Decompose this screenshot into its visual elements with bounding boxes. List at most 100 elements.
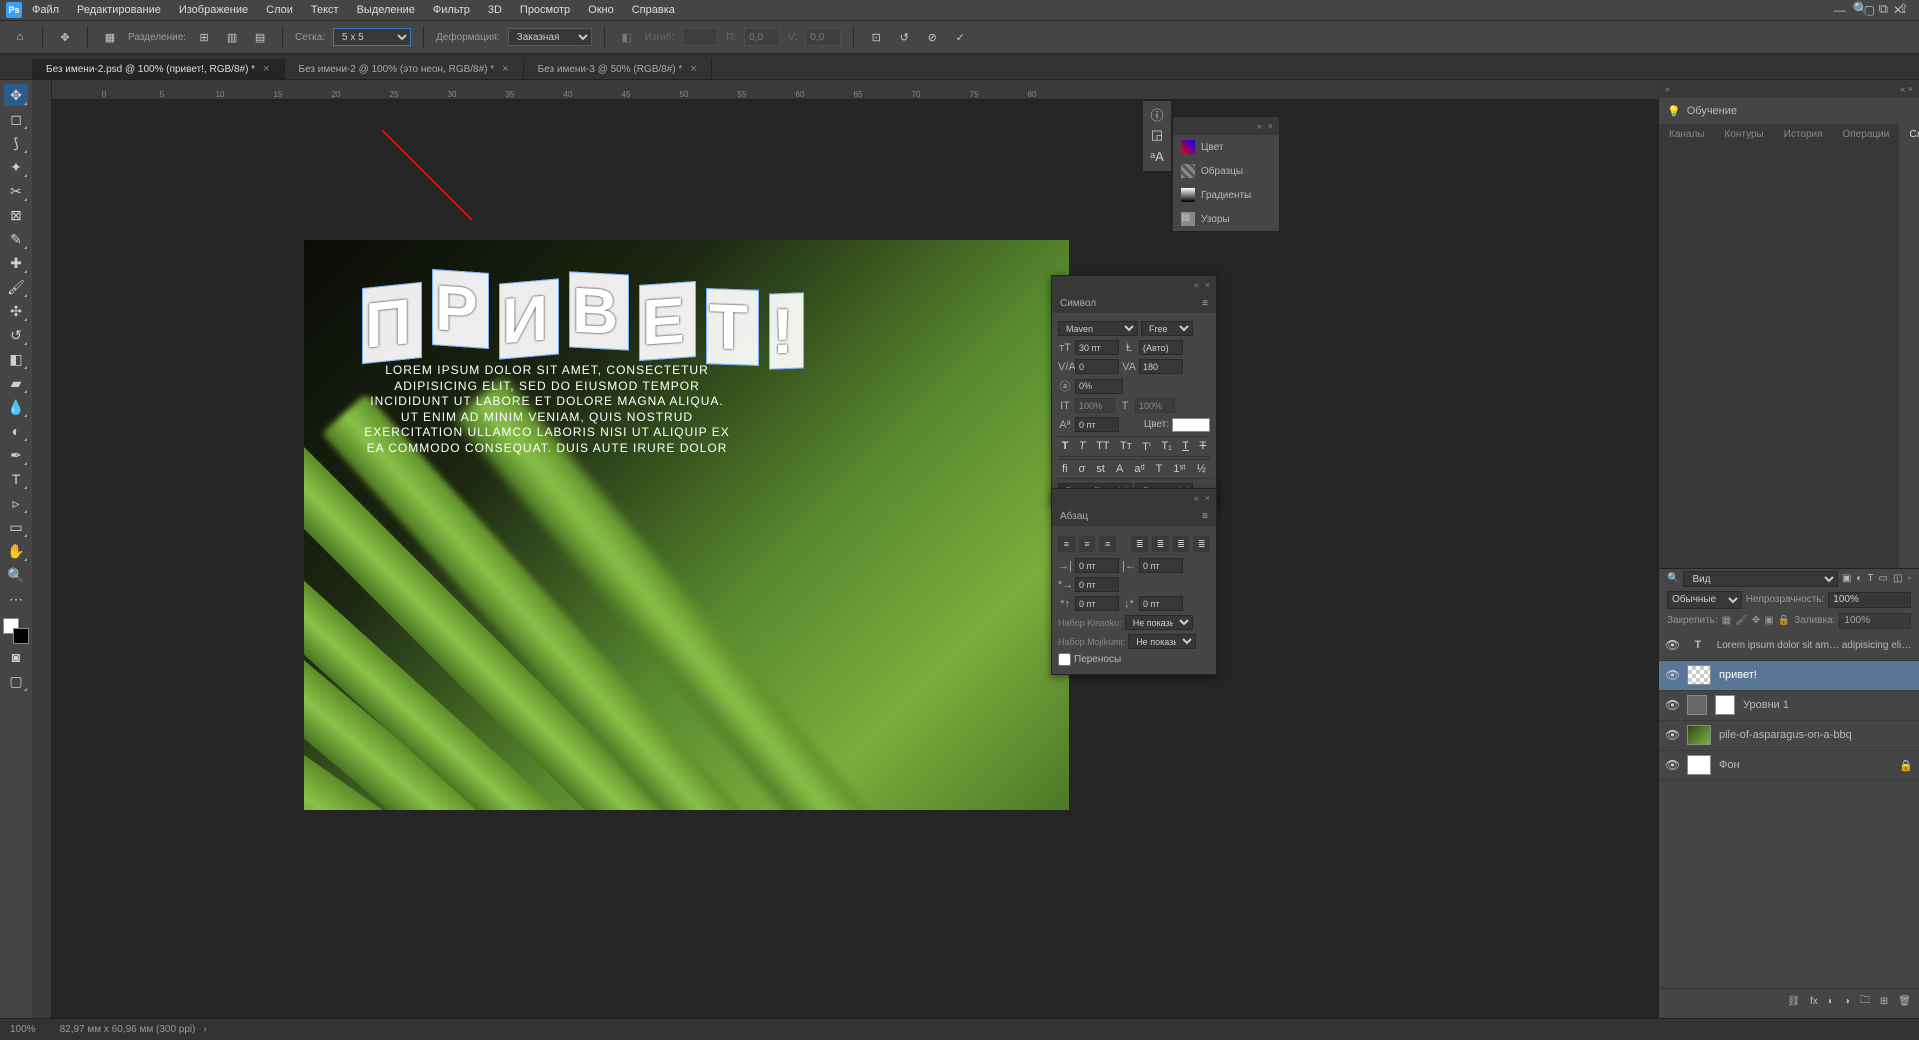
align-right-icon[interactable]: ≡ <box>1099 536 1116 552</box>
search-icon[interactable]: 🔍 <box>1853 1 1869 17</box>
lock-paint-icon[interactable]: 🖌 <box>1735 615 1748 626</box>
panel-menu-icon[interactable]: ≡ <box>1202 298 1208 309</box>
split-grid-3-icon[interactable]: ▤ <box>250 27 270 47</box>
cancel-icon[interactable]: ⊘ <box>922 27 942 47</box>
split-grid-1-icon[interactable]: ⊞ <box>194 27 214 47</box>
link-layers-icon[interactable]: ⛓ <box>1787 996 1800 1007</box>
layer-name[interactable]: Фон <box>1719 759 1740 771</box>
hand-tool[interactable]: ✋ <box>4 540 28 562</box>
indent-left-input[interactable] <box>1075 558 1119 573</box>
vscale-input[interactable] <box>1075 379 1123 394</box>
layer-thumbnail[interactable] <box>1687 665 1711 685</box>
italic-icon[interactable]: T <box>1079 440 1086 453</box>
oldstyle-icon[interactable]: σ <box>1079 463 1086 475</box>
layer-name[interactable]: pile-of-asparagus-on-a-bbq <box>1719 729 1852 741</box>
eyedropper-tool[interactable]: ✎ <box>4 228 28 250</box>
align-left-icon[interactable]: ≡ <box>1058 536 1075 552</box>
collapse-icon[interactable]: « <box>1900 84 1905 94</box>
healing-tool[interactable]: ✚ <box>4 252 28 274</box>
lock-transparency-icon[interactable]: ▦ <box>1722 615 1731 626</box>
menu-help[interactable]: Справка <box>624 4 683 16</box>
lasso-tool[interactable]: ⟆ <box>4 132 28 154</box>
filter-shape-icon[interactable]: ▭ <box>1879 573 1888 584</box>
underline-icon[interactable]: T <box>1182 440 1189 453</box>
color-panel-btn[interactable]: Цвет <box>1173 135 1279 159</box>
filter-adjust-icon[interactable]: ◐ <box>1856 573 1862 584</box>
bold-icon[interactable]: T <box>1062 440 1069 453</box>
superscript-icon[interactable]: Tⁱ <box>1142 440 1151 453</box>
collapse-icon[interactable]: » <box>1257 121 1262 131</box>
menu-view[interactable]: Просмотр <box>512 4 578 16</box>
anchor-icon[interactable]: ⊡ <box>866 27 886 47</box>
color-swatches[interactable] <box>3 618 29 644</box>
orientation-icon[interactable]: ◧ <box>617 27 637 47</box>
filter-type-icon[interactable]: T <box>1867 573 1873 584</box>
close-icon[interactable]: × <box>690 63 696 75</box>
warp-style-select[interactable]: Заказная <box>508 28 592 46</box>
indent-right-input[interactable] <box>1139 558 1183 573</box>
dodge-tool[interactable]: ◐ <box>4 420 28 442</box>
patterns-panel-btn[interactable]: ▦Узоры <box>1173 207 1279 231</box>
canvas-area[interactable]: 0 5 10 15 20 25 30 35 40 45 50 55 60 65 … <box>52 80 1659 1018</box>
ligatures-icon[interactable]: fi <box>1062 463 1068 475</box>
menu-edit[interactable]: Редактирование <box>69 4 169 16</box>
quick-mask-icon[interactable]: ◙ <box>4 646 28 668</box>
close-icon[interactable]: × <box>1205 493 1210 503</box>
doc-tab-1[interactable]: Без имени-2.psd @ 100% (привет!, RGB/8#)… <box>32 59 285 79</box>
zoom-tool[interactable]: 🔍 <box>4 564 28 586</box>
allcaps-icon[interactable]: TT <box>1096 440 1109 453</box>
tab-channels[interactable]: Каналы <box>1659 124 1715 568</box>
visibility-icon[interactable]: 👁 <box>1665 698 1679 712</box>
crop-tool[interactable]: ✂ <box>4 180 28 202</box>
baseline-input[interactable] <box>1075 417 1119 432</box>
ordinals-icon[interactable]: aᵈ <box>1134 463 1144 475</box>
indent-first-input[interactable] <box>1075 577 1119 592</box>
doc-tab-2[interactable]: Без имени-2 @ 100% (это неон, RGB/8#) *× <box>285 59 524 79</box>
recent-icon[interactable]: ⧉ <box>1879 1 1888 17</box>
1st-icon[interactable]: 1ˢᵗ <box>1173 463 1185 475</box>
marquee-tool[interactable]: ◻ <box>4 108 28 130</box>
panel-menu-icon[interactable]: ≡ <box>1202 511 1208 522</box>
filter-smart-icon[interactable]: ◫ <box>1893 573 1902 584</box>
layer-fx-icon[interactable]: fx <box>1810 996 1818 1007</box>
screen-mode-icon[interactable]: ▢ <box>4 670 28 692</box>
space-after-input[interactable] <box>1139 596 1183 611</box>
menu-filter[interactable]: Фильтр <box>425 4 478 16</box>
visibility-icon[interactable]: 👁 <box>1665 638 1679 652</box>
blend-mode-select[interactable]: Обычные <box>1667 591 1742 609</box>
close-icon[interactable]: × <box>1205 280 1210 290</box>
font-style-select[interactable]: Free <box>1141 321 1193 336</box>
path-select-tool[interactable]: ▹ <box>4 492 28 514</box>
lock-nested-icon[interactable]: ▣ <box>1764 615 1773 626</box>
history-brush-tool[interactable]: ↺ <box>4 324 28 346</box>
split-grid-2-icon[interactable]: ▥ <box>222 27 242 47</box>
lock-all-icon[interactable]: 🔒 <box>1778 615 1790 626</box>
leading-input[interactable] <box>1139 340 1183 355</box>
blur-tool[interactable]: 💧 <box>4 396 28 418</box>
info-icon[interactable]: ⓘ <box>1148 105 1166 123</box>
navigator-icon[interactable]: ◲ <box>1148 127 1166 145</box>
layer-thumbnail[interactable] <box>1687 755 1711 775</box>
gradient-tool[interactable]: ▰ <box>4 372 28 394</box>
layer-group-icon[interactable]: 🗀 <box>1860 993 1870 1010</box>
layer-row[interactable]: 👁 T Lorem ipsum dolor sit am… adipisicin… <box>1659 631 1919 661</box>
collapse-icon[interactable]: » <box>1665 84 1670 94</box>
layer-row[interactable]: 👁 Фон 🔒 <box>1659 751 1919 781</box>
hyphenation-checkbox[interactable] <box>1058 653 1071 666</box>
layer-name[interactable]: Уровни 1 <box>1743 699 1789 711</box>
window-minimize-icon[interactable]: — <box>1834 3 1846 17</box>
new-layer-icon[interactable]: ⊞ <box>1880 996 1888 1007</box>
layer-filter-select[interactable]: Вид <box>1683 571 1837 587</box>
menu-layers[interactable]: Слои <box>258 4 301 16</box>
menu-select[interactable]: Выделение <box>349 4 423 16</box>
filter-pixel-icon[interactable]: ▣ <box>1842 573 1851 584</box>
font-family-select[interactable]: Maven <box>1058 321 1138 336</box>
commit-icon[interactable]: ✓ <box>950 27 970 47</box>
zoom-level[interactable]: 100% <box>10 1024 36 1035</box>
home-icon[interactable]: ⌂ <box>10 27 30 47</box>
close-icon[interactable]: × <box>1268 121 1273 131</box>
space-before-input[interactable] <box>1075 596 1119 611</box>
collapse-icon[interactable]: « <box>1194 280 1199 290</box>
hscale-input[interactable] <box>1135 398 1175 413</box>
half-icon[interactable]: ½ <box>1197 463 1206 475</box>
